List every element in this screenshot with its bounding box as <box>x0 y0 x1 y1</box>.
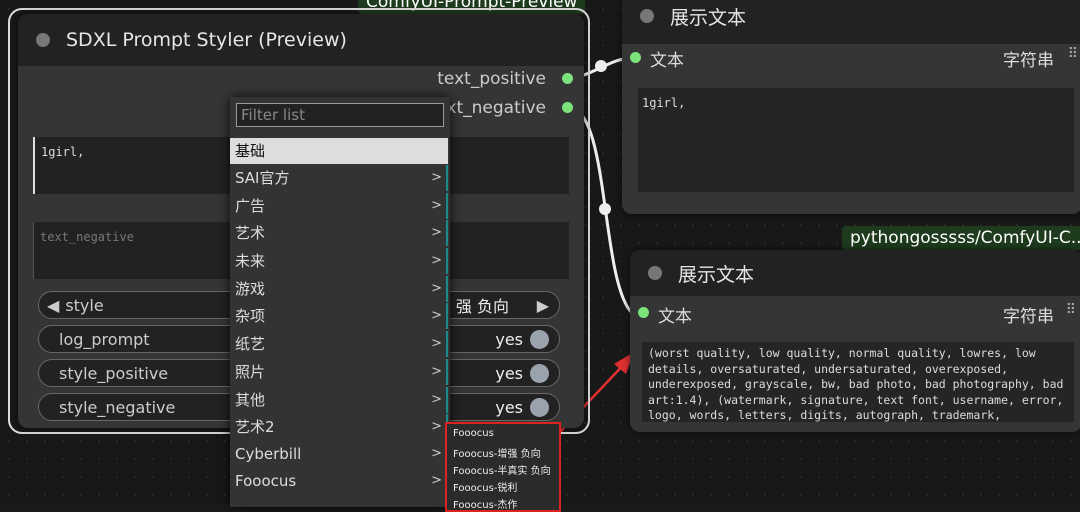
node-title-bar[interactable]: 展示文本 <box>630 250 1080 296</box>
toggle-label: style_positive <box>59 363 169 383</box>
menu-item[interactable]: SAI官方 > <box>230 165 448 191</box>
menu-item[interactable]: 纸艺 > <box>230 331 448 357</box>
submenu-item[interactable]: Fooocus-锐利 <box>453 479 517 494</box>
node-group-tag: pythongosssss/ComfyUI-C.. <box>842 226 1080 250</box>
display-text-node-2[interactable]: 展示文本 文本 字符串 ⠿ (worst quality, low qualit… <box>630 250 1080 432</box>
submenu-arrow-icon: > <box>431 253 442 268</box>
submenu-arrow-icon: > <box>431 392 442 407</box>
combo-left-arrow-icon[interactable]: ◀ <box>47 296 59 315</box>
menu-item[interactable]: Fooocus > <box>230 468 448 494</box>
collapse-dot-icon[interactable] <box>648 266 662 280</box>
toggle-value: yes <box>495 364 523 383</box>
menu-item[interactable]: 其他 > <box>230 387 448 413</box>
output-socket-positive[interactable] <box>562 73 573 84</box>
submenu-arrow-icon: > <box>431 308 442 323</box>
submenu-item[interactable]: Fooocus-增强 负向 <box>453 445 541 460</box>
display-text-output[interactable]: (worst quality, low quality, normal qual… <box>642 342 1074 422</box>
grip-icon: ⠿ <box>1065 302 1076 318</box>
submenu-arrow-icon: > <box>431 336 442 351</box>
submenu-arrow-icon: > <box>431 198 442 213</box>
toggle-knob-icon[interactable] <box>530 364 549 383</box>
menu-item-label: 基础 <box>235 142 266 160</box>
menu-item[interactable]: Cyberbill > <box>230 441 448 467</box>
menu-item[interactable]: 艺术 > <box>230 220 448 246</box>
toggle-knob-icon[interactable] <box>530 330 549 349</box>
type-label: 字符串 <box>1003 307 1054 327</box>
combo-right-arrow-icon[interactable]: ▶ <box>537 296 549 315</box>
menu-item-label: 艺术2 <box>235 418 275 436</box>
input-socket-text[interactable] <box>630 52 641 63</box>
node-title: 展示文本 <box>670 6 747 29</box>
menu-item[interactable]: 艺术2 > <box>230 414 448 440</box>
submenu-arrow-icon: > <box>431 364 442 379</box>
collapse-dot-icon[interactable] <box>36 33 50 47</box>
menu-item-label: 游戏 <box>235 280 266 298</box>
menu-item-label: 照片 <box>235 363 266 381</box>
node-title: 展示文本 <box>678 263 755 286</box>
menu-item-label: 纸艺 <box>235 335 266 353</box>
menu-item[interactable]: 游戏 > <box>230 276 448 302</box>
menu-item-label: SAI官方 <box>235 169 290 187</box>
submenu-item[interactable]: Fooocus <box>453 428 494 439</box>
menu-item[interactable]: 杂项 > <box>230 303 448 329</box>
style-value: 强 负向 <box>455 297 509 316</box>
node-title-bar[interactable]: SDXL Prompt Styler (Preview) <box>18 14 584 66</box>
submenu-item[interactable]: Fooocus-半真实 负向 <box>453 462 551 477</box>
display-text-output[interactable]: 1girl, <box>638 88 1074 192</box>
style-label: style <box>65 295 104 315</box>
input-label: 文本 <box>658 307 692 327</box>
menu-item-label: 杂项 <box>235 307 266 325</box>
menu-item-label: Fooocus <box>235 472 297 490</box>
menu-item-label: 艺术 <box>235 224 266 242</box>
submenu-arrow-icon: > <box>431 281 442 296</box>
fooocus-submenu[interactable]: Fooocus Fooocus-增强 负向 Fooocus-半真实 负向 Foo… <box>445 422 561 512</box>
menu-item[interactable]: 广告 > <box>230 193 448 219</box>
collapse-dot-icon[interactable] <box>640 9 654 23</box>
input-socket-text[interactable] <box>638 307 649 318</box>
display-text-node-1[interactable]: 展示文本 文本 字符串 ⠿ 1girl, <box>622 0 1080 214</box>
submenu-arrow-icon: > <box>431 225 442 240</box>
submenu-arrow-icon: > <box>431 446 442 461</box>
menu-item[interactable]: 未来 > <box>230 248 448 274</box>
node-title-bar[interactable]: 展示文本 <box>622 0 1080 44</box>
output-text-positive-label: text_positive <box>437 69 546 89</box>
menu-item-label: 广告 <box>235 197 266 215</box>
toggle-value: yes <box>495 330 523 349</box>
submenu-arrow-icon: > <box>431 419 442 434</box>
toggle-value: yes <box>495 398 523 417</box>
toggle-label: style_negative <box>59 397 176 417</box>
style-context-menu[interactable]: Filter list 基础 SAI官方 > 广告 > 艺术 > 未来 > 游戏 > 杂项… <box>230 97 450 507</box>
input-label: 文本 <box>650 51 684 71</box>
menu-item-label: Cyberbill <box>235 445 302 463</box>
node-title: SDXL Prompt Styler (Preview) <box>66 29 347 51</box>
toggle-knob-icon[interactable] <box>530 398 549 417</box>
grip-icon: ⠿ <box>1067 46 1078 62</box>
output-socket-negative[interactable] <box>562 102 573 113</box>
toggle-label: log_prompt <box>59 329 150 349</box>
submenu-arrow-icon: > <box>431 473 442 488</box>
menu-item[interactable]: 照片 > <box>230 359 448 385</box>
menu-item-label: 未来 <box>235 252 266 270</box>
type-label: 字符串 <box>1003 51 1054 71</box>
submenu-arrow-icon: > <box>431 170 442 185</box>
filter-list-input[interactable]: Filter list <box>236 103 444 127</box>
menu-item[interactable]: 基础 <box>230 138 448 164</box>
menu-item-label: 其他 <box>235 391 266 409</box>
